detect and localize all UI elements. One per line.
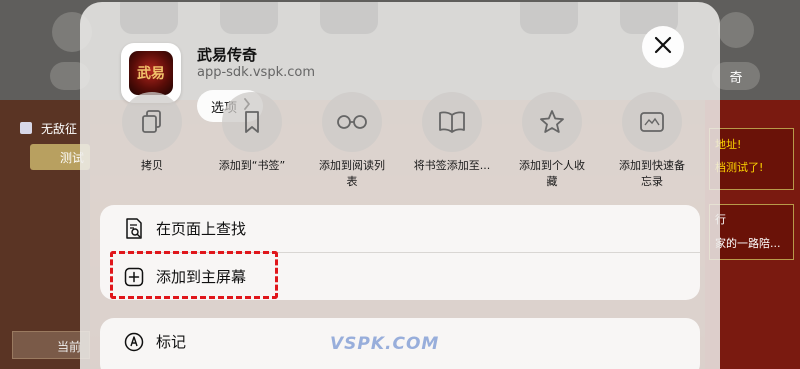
notice-line: 档测试了! <box>715 161 764 174</box>
star-icon <box>522 92 582 152</box>
action-reading-list[interactable]: 添加到阅读列表 <box>302 92 402 190</box>
current-button-label: 当前 <box>57 340 82 354</box>
tabs-button[interactable] <box>718 12 754 48</box>
action-label: 拷贝 <box>141 159 163 172</box>
find-on-page-icon <box>124 217 144 239</box>
action-quick-note[interactable]: 添加到快速备忘录 <box>602 92 702 190</box>
watermark: VSPK.COM <box>330 334 440 354</box>
action-add-bookmark[interactable]: 添加到“书签” <box>202 92 302 174</box>
find-on-page-item[interactable]: 在页面上查找 <box>100 205 700 252</box>
checkbox-label: 无敌征 <box>41 122 78 136</box>
share-sheet: 武易 武易传奇 app-sdk.vspk.com 选项 拷贝 添加到“书签” <box>80 2 720 369</box>
actions-row: 拷贝 添加到“书签” 添加到阅读列表 将书签添加至... 添加到个人收藏 添加到… <box>80 92 720 192</box>
top-right-pill-label: 奇 <box>729 70 743 86</box>
ghost-app-icon <box>220 2 278 34</box>
close-icon <box>654 36 672 58</box>
message-line: 家的一路陪... <box>715 237 781 250</box>
quick-note-icon <box>622 92 682 152</box>
action-label: 添加到快速备忘录 <box>619 159 685 188</box>
find-on-page-label: 在页面上查找 <box>156 220 247 238</box>
page-left-panel <box>0 100 90 369</box>
copy-icon <box>122 92 182 152</box>
bookmark-icon <box>222 92 282 152</box>
close-button[interactable] <box>642 26 684 68</box>
action-add-favorite[interactable]: 添加到个人收藏 <box>502 92 602 190</box>
ghost-app-icon <box>120 2 178 34</box>
action-add-bookmark-to[interactable]: 将书签添加至... <box>402 92 502 174</box>
action-label: 添加到“书签” <box>218 159 286 172</box>
checkbox[interactable] <box>20 122 32 134</box>
action-label: 将书签添加至... <box>413 159 491 172</box>
book-icon <box>422 92 482 152</box>
action-label: 添加到个人收藏 <box>519 159 585 188</box>
action-label: 添加到阅读列表 <box>319 159 385 188</box>
markup-icon <box>124 332 144 352</box>
current-button[interactable]: 当前 <box>12 331 90 359</box>
action-copy[interactable]: 拷贝 <box>102 92 202 174</box>
app-url: app-sdk.vspk.com <box>197 65 315 80</box>
app-title: 武易传奇 <box>197 46 258 64</box>
ghost-app-icon <box>320 2 378 34</box>
app-icon-logo: 武易 <box>129 51 173 95</box>
reading-glasses-icon <box>322 92 382 152</box>
highlight-annotation <box>110 251 278 299</box>
markup-label: 标记 <box>156 333 187 351</box>
ghost-app-icon <box>520 2 578 34</box>
